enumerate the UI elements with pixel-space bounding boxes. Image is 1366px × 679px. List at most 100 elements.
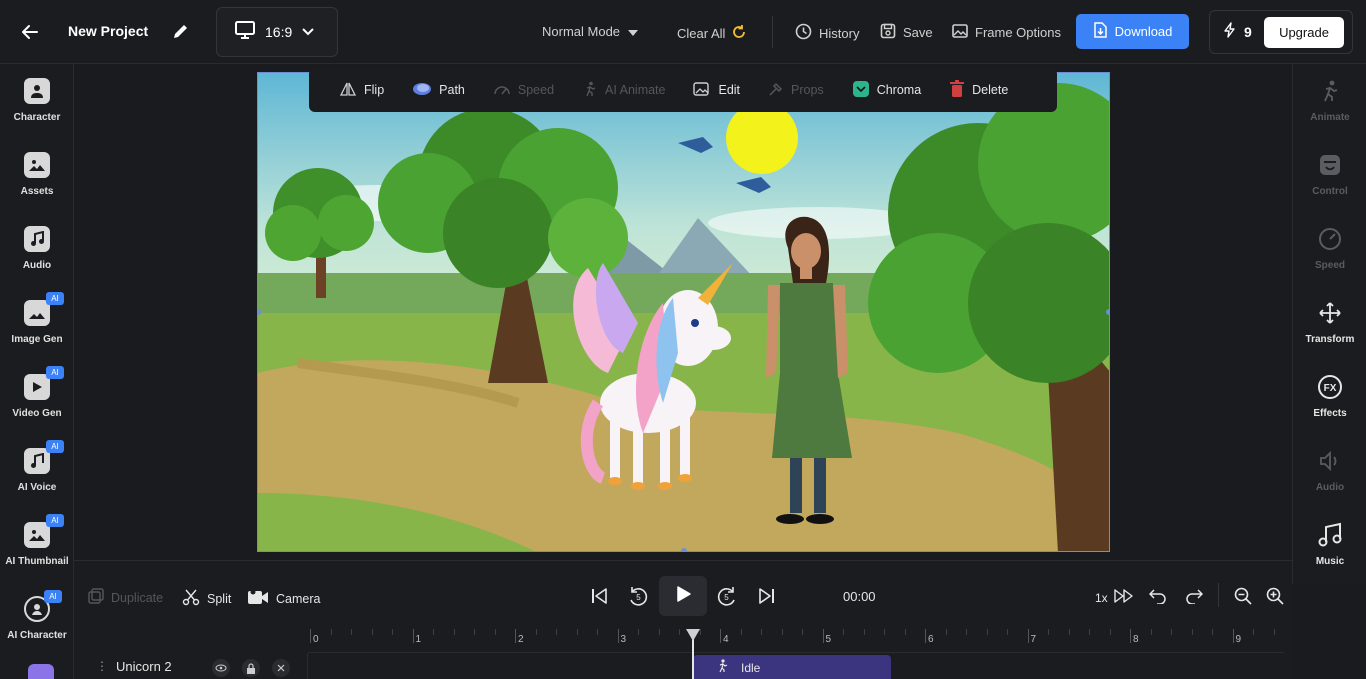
playback-speed-button[interactable]: 1x	[1095, 589, 1134, 606]
sidebar-item-label: Effects	[1313, 408, 1347, 419]
ruler-minor-tick	[945, 629, 947, 635]
resize-handle-bottom[interactable]	[681, 548, 687, 551]
sidebar-item-label: Speed	[1314, 260, 1345, 271]
scissors-icon	[182, 588, 200, 609]
ruler-major-tick	[822, 629, 824, 643]
sidebar-item-label: AI Character	[7, 630, 67, 641]
redo-icon[interactable]	[1183, 585, 1205, 607]
edit-image-icon	[693, 81, 711, 100]
scene-canvas[interactable]	[257, 72, 1110, 552]
sidebar-item-label: Audio	[22, 260, 52, 271]
skip-to-end-icon[interactable]	[756, 585, 778, 607]
forward-5-icon[interactable]: 5	[716, 585, 738, 607]
sidebar-item-character[interactable]: Character	[0, 64, 74, 138]
right-sidebar: Animate Control Speed Transform FX Effec…	[1292, 64, 1366, 584]
ruler-label: 4	[723, 634, 729, 645]
flip-button[interactable]: Flip	[339, 81, 384, 100]
ruler-label: 6	[928, 634, 934, 645]
running-person-icon	[1317, 78, 1343, 104]
edit-button[interactable]: Edit	[693, 81, 740, 100]
path-button[interactable]: Path	[412, 81, 465, 100]
download-icon	[1093, 22, 1107, 41]
zoom-in-icon[interactable]	[1264, 585, 1286, 607]
ai-animate-button[interactable]: AI Animate	[582, 81, 665, 100]
lock-icon[interactable]	[242, 659, 260, 677]
clear-all-label: Clear All	[677, 26, 726, 41]
camera-button[interactable]: Camera	[247, 588, 320, 609]
more-sidebar-items-icon[interactable]	[28, 664, 58, 679]
project-title[interactable]: New Project	[68, 23, 148, 39]
ruler-major-tick	[1027, 629, 1029, 643]
lightning-icon	[1224, 21, 1236, 43]
resize-handle-right[interactable]	[1106, 309, 1109, 315]
move-arrows-icon	[1317, 300, 1343, 326]
pencil-icon[interactable]	[172, 22, 192, 42]
sidebar-item-music[interactable]: Music	[1293, 508, 1366, 582]
ruler-minor-tick	[1273, 629, 1275, 635]
upgrade-button[interactable]: Upgrade	[1264, 17, 1344, 48]
ai-badge: AI	[46, 514, 64, 527]
save-button[interactable]: Save	[880, 23, 933, 42]
top-bar: New Project 16:9 Normal Mode Clear All H…	[0, 0, 1366, 64]
eye-icon[interactable]	[212, 659, 230, 677]
close-icon[interactable]	[272, 659, 290, 677]
sidebar-item-animate[interactable]: Animate	[1293, 64, 1366, 138]
sidebar-item-control[interactable]: Control	[1293, 138, 1366, 212]
timeline-ruler[interactable]: 0 1 2 3 4 5 6 7 8 9	[308, 629, 1284, 653]
aspect-ratio-select[interactable]: 16:9	[216, 7, 338, 57]
skip-to-start-icon[interactable]	[588, 585, 610, 607]
ruler-minor-tick	[658, 629, 660, 635]
sidebar-item-ai-voice[interactable]: AI AI Voice	[0, 434, 74, 508]
sidebar-item-label: Music	[1315, 556, 1345, 567]
fast-forward-icon	[1113, 589, 1134, 606]
download-button[interactable]: Download	[1076, 14, 1189, 49]
play-button[interactable]	[659, 576, 707, 616]
split-button[interactable]: Split	[182, 588, 231, 609]
music-note-icon	[24, 226, 50, 252]
stage-area	[74, 64, 1292, 560]
rewind-seconds: 5	[636, 593, 641, 602]
history-button[interactable]: History	[795, 23, 859, 43]
chroma-button[interactable]: Chroma	[852, 80, 921, 101]
image-gen-icon: AI	[24, 292, 64, 326]
zoom-out-icon[interactable]	[1232, 585, 1254, 607]
ai-badge: AI	[46, 440, 64, 453]
sidebar-item-speed[interactable]: Speed	[1293, 212, 1366, 286]
drag-handle-icon[interactable]: ⋮	[96, 659, 108, 673]
sidebar-item-label: AI Voice	[17, 482, 57, 493]
mode-select[interactable]: Normal Mode	[542, 24, 639, 39]
hammer-icon	[768, 81, 784, 100]
sidebar-item-ai-character[interactable]: AI AI Character	[0, 582, 74, 656]
sidebar-item-assets[interactable]: Assets	[0, 138, 74, 212]
sidebar-item-effects[interactable]: FX Effects	[1293, 360, 1366, 434]
ruler-major-tick	[925, 629, 926, 643]
left-sidebar: Character Assets Audio AI Image Gen AI V…	[0, 64, 74, 679]
delete-label: Delete	[972, 83, 1009, 97]
sidebar-item-transform[interactable]: Transform	[1293, 286, 1366, 360]
ruler-label: 2	[518, 634, 524, 645]
delete-button[interactable]: Delete	[949, 79, 1009, 101]
sidebar-item-label: Video Gen	[12, 408, 62, 419]
sidebar-item-audio[interactable]: Audio	[0, 212, 74, 286]
monitor-icon	[235, 20, 255, 44]
sidebar-item-video-gen[interactable]: AI Video Gen	[0, 360, 74, 434]
playhead[interactable]	[686, 629, 700, 679]
app-window: New Project 16:9 Normal Mode Clear All H…	[0, 0, 1366, 679]
sidebar-item-ai-thumbnail[interactable]: AI AI Thumbnail	[0, 508, 74, 582]
clip-label: Idle	[741, 660, 761, 675]
props-button[interactable]: Props	[768, 81, 824, 100]
rewind-5-icon[interactable]: 5	[627, 585, 649, 607]
back-arrow-icon[interactable]	[18, 20, 42, 44]
clear-all-button[interactable]: Clear All	[677, 24, 747, 43]
playhead-marker-icon[interactable]	[686, 629, 700, 641]
ruler-minor-tick	[679, 629, 680, 635]
frame-options-button[interactable]: Frame Options	[952, 23, 1061, 42]
ruler-major-tick	[515, 629, 516, 643]
sidebar-item-image-gen[interactable]: AI Image Gen	[0, 286, 74, 360]
duplicate-button[interactable]: Duplicate	[88, 588, 163, 607]
undo-icon[interactable]	[1147, 585, 1169, 607]
speed-button[interactable]: Speed	[493, 81, 554, 100]
sidebar-item-audio[interactable]: Audio	[1293, 434, 1366, 508]
video-camera-icon	[247, 588, 269, 609]
animation-clip[interactable]: Idle	[693, 655, 891, 679]
